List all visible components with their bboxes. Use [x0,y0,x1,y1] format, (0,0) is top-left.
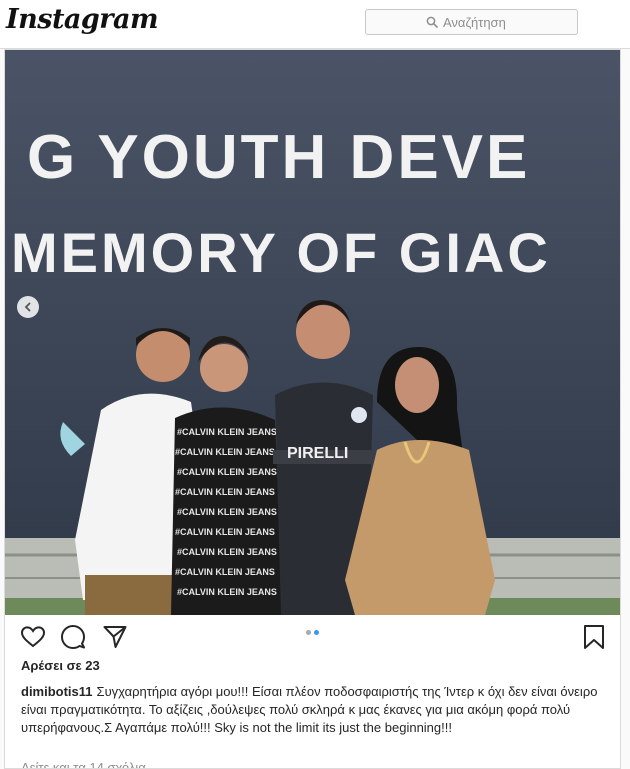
view-all-comments-link[interactable]: Δείτε και τα 14 σχόλια [21,760,146,768]
post-caption: dimibotis11 Συγχαρητήρια αγόρι μου!!! Είσ… [21,683,609,737]
jersey-sponsor: PIRELLI [287,445,348,462]
search-input[interactable]: Αναζήτηση [365,9,578,35]
heart-icon[interactable] [20,625,46,649]
carousel-dot-1 [306,630,311,635]
shirt-pattern-row-8: #CALVIN KLEIN JEANS [175,567,275,577]
caption-text: Συγχαρητήρια αγόρι μου!!! Είσαι πλέον πο… [21,684,598,735]
shirt-pattern-row-2: #CALVIN KLEIN JEANS [175,447,275,457]
search-icon [426,16,438,28]
caption-username[interactable]: dimibotis11 [21,684,93,699]
banner-line-1: G YOUTH DEVE [27,123,530,192]
post-photo[interactable]: G YOUTH DEVE MEMORY OF GIAC #CALVIN KLEI… [5,50,620,615]
shirt-pattern-row-5: #CALVIN KLEIN JEANS [177,507,277,517]
carousel-dot-2 [314,630,319,635]
top-navigation-bar: Instagram Αναζήτηση [0,0,630,49]
shirt-pattern-row-9: #CALVIN KLEIN JEANS [177,587,277,597]
post-card: G YOUTH DEVE MEMORY OF GIAC #CALVIN KLEI… [4,49,621,769]
likes-count[interactable]: Αρέσει σε 23 [21,658,100,673]
shirt-pattern-row-3: #CALVIN KLEIN JEANS [177,467,277,477]
shirt-pattern-row-1: #CALVIN KLEIN JEANS [177,427,277,437]
comment-icon[interactable] [60,624,86,650]
carousel-prev-button[interactable] [17,296,39,318]
chevron-left-icon [24,302,31,312]
shirt-pattern-row-4: #CALVIN KLEIN JEANS [175,487,275,497]
photo-illustration: G YOUTH DEVE MEMORY OF GIAC #CALVIN KLEI… [5,50,620,615]
banner-line-2: MEMORY OF GIAC [11,221,551,284]
instagram-logo[interactable]: Instagram [6,4,159,35]
share-icon[interactable] [102,624,128,650]
search-placeholder: Αναζήτηση [443,15,506,30]
bookmark-icon[interactable] [583,624,605,650]
shirt-pattern-row-7: #CALVIN KLEIN JEANS [177,547,277,557]
shirt-pattern-row-6: #CALVIN KLEIN JEANS [175,527,275,537]
